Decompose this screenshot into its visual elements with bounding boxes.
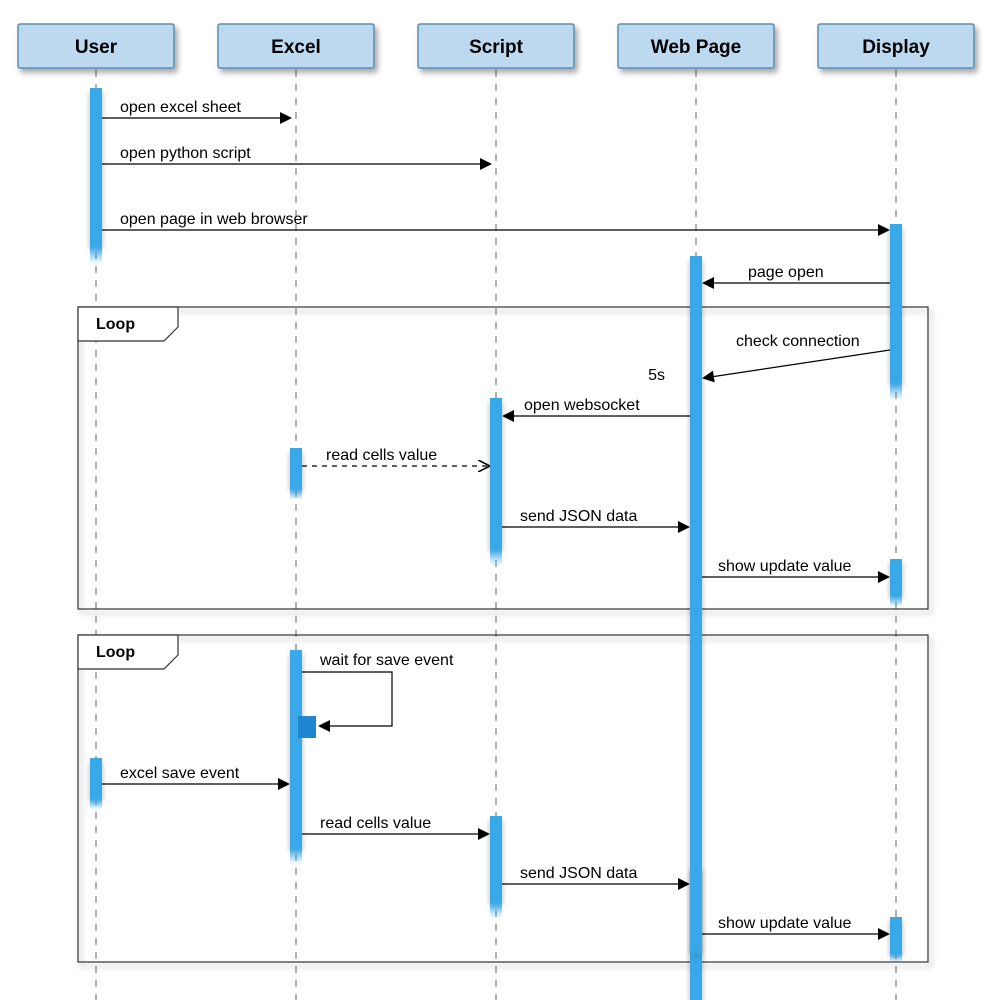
message-check-connection: check connection: [736, 333, 860, 350]
svg-text:Display: Display: [862, 37, 930, 58]
message-timer-5s: 5s: [648, 367, 665, 384]
message-open-websocket: open websocket: [524, 397, 640, 414]
message-open-page-browser: open page in web browser: [120, 211, 308, 228]
message-wait-save-event: wait for save event: [319, 652, 454, 669]
message-send-json-1: send JSON data: [520, 508, 638, 525]
participant-user: User: [18, 24, 174, 68]
loop-frame-2: Loop: [78, 635, 928, 962]
participant-script: Script: [418, 24, 574, 68]
participant-excel: Excel: [218, 24, 374, 68]
svg-text:Script: Script: [469, 37, 524, 58]
message-show-update-1: show update value: [718, 558, 852, 575]
participant-webpage: Web Page: [618, 24, 774, 68]
message-read-cells-2: read cells value: [320, 815, 431, 832]
message-send-json-2: send JSON data: [520, 865, 638, 882]
svg-text:User: User: [75, 37, 118, 58]
frame-label-2: Loop: [96, 644, 135, 661]
svg-text:Excel: Excel: [271, 37, 321, 58]
sequence-diagram: Loop Loop: [0, 0, 1000, 1000]
participants: User Excel Script Web Page Display: [18, 24, 974, 68]
svg-text:Web Page: Web Page: [651, 37, 741, 58]
frame-label-1: Loop: [96, 316, 135, 333]
message-excel-save-event: excel save event: [120, 765, 240, 782]
participant-display: Display: [818, 24, 974, 68]
message-open-python-script: open python script: [120, 145, 251, 162]
message-open-excel-sheet: open excel sheet: [120, 99, 242, 116]
message-read-cells-1: read cells value: [326, 447, 437, 464]
message-show-update-2: show update value: [718, 915, 852, 932]
message-page-open: page open: [748, 264, 824, 281]
